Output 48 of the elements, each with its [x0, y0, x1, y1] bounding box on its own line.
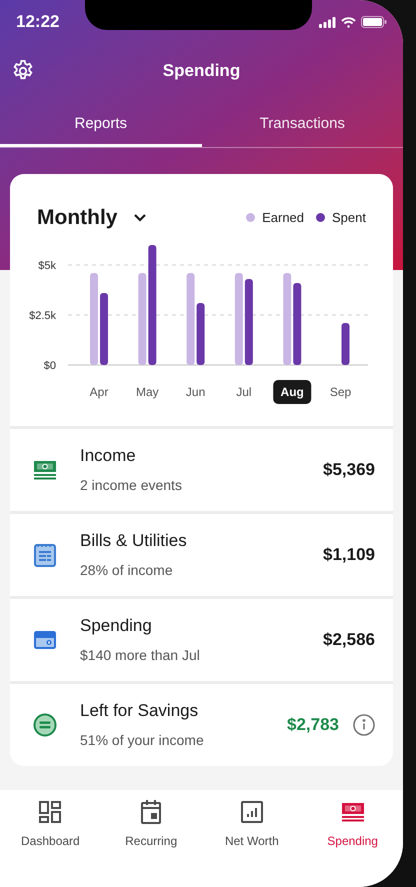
row-subtitle: 28% of income	[80, 560, 174, 580]
legend-label: Earned	[262, 209, 304, 227]
card-icon	[33, 630, 57, 650]
bar	[100, 292, 108, 364]
y-tick-label: $0	[44, 360, 56, 372]
banknote-icon	[33, 460, 57, 480]
bar	[342, 322, 350, 364]
row-title: Bills & Utilities	[80, 530, 187, 552]
amount: $2,783	[287, 714, 339, 736]
y-tick-label: $2.5k	[29, 310, 56, 322]
receipt-icon	[34, 542, 56, 566]
month-label[interactable]: Jul	[236, 384, 252, 398]
amount: $5,369	[323, 458, 375, 481]
tab[interactable]: Transactions	[202, 105, 403, 147]
battery-icon	[361, 16, 387, 28]
amount: $1,109	[323, 544, 375, 566]
banknote-icon	[340, 802, 365, 822]
nav-item[interactable]: Net Worth	[202, 800, 302, 850]
chevron-down-icon	[133, 213, 148, 222]
circle-lines-icon	[33, 712, 57, 736]
screen-title: Spending	[162, 60, 240, 82]
legend-label: Spent	[332, 209, 366, 227]
tab[interactable]: Reports	[0, 105, 202, 147]
month-label[interactable]: Apr	[90, 384, 108, 398]
bar-chart-icon	[240, 801, 263, 823]
signal-icon	[319, 16, 336, 28]
grid-icon	[39, 801, 62, 823]
row-subtitle: 51% of your income	[80, 730, 204, 750]
bar	[196, 302, 205, 364]
month-label[interactable]: Sep	[330, 384, 352, 398]
calendar-icon	[141, 800, 162, 824]
wifi-icon	[341, 16, 356, 28]
y-tick-label: $5k	[38, 260, 56, 272]
row-subtitle: $140 more than Jul	[80, 646, 200, 665]
nav-item[interactable]: Spending	[302, 800, 403, 850]
nav-item[interactable]: Recurring	[100, 800, 202, 850]
month-label[interactable]: May	[136, 384, 159, 398]
row-title: Income	[80, 445, 137, 468]
period-dropdown[interactable]: Monthly	[37, 202, 148, 234]
amount: $2,586	[323, 628, 375, 651]
month-chip[interactable]: Aug	[273, 380, 312, 404]
month-label[interactable]: Jun	[186, 384, 206, 398]
row-subtitle: 2 income events	[80, 476, 182, 495]
nav-item[interactable]: Dashboard	[0, 800, 101, 850]
info-icon[interactable]	[353, 714, 375, 736]
row-title: Spending	[80, 615, 153, 638]
row-title: Left for Savings	[80, 700, 200, 722]
status-time: 12:22	[16, 11, 60, 34]
